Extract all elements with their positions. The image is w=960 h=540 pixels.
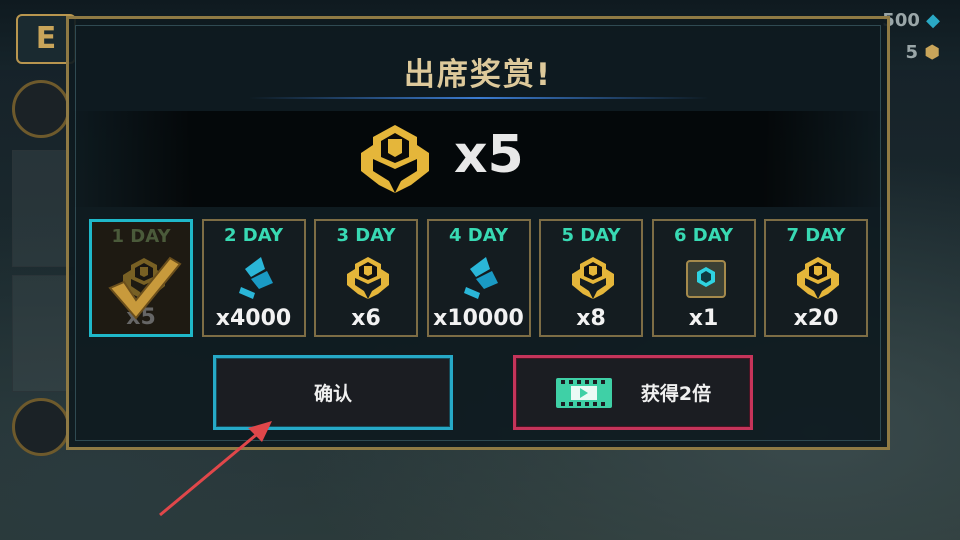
- background-hero-icon: [12, 398, 70, 456]
- day-card-2[interactable]: 2 DAY x4000: [201, 219, 306, 337]
- double-reward-button-label: 获得2倍: [640, 383, 712, 405]
- dialog-title: 出席奖赏!: [403, 57, 553, 93]
- day-label: 3 DAY: [336, 225, 396, 246]
- background-card: [12, 150, 74, 267]
- double-reward-button[interactable]: 获得2倍: [513, 355, 753, 430]
- day-quantity: x6: [351, 306, 381, 331]
- day-label: 4 DAY: [449, 225, 508, 246]
- day-card-1[interactable]: 1 DAY x5: [89, 219, 193, 337]
- day-quantity: x1: [688, 306, 719, 331]
- day-label: 5 DAY: [561, 225, 621, 246]
- todays-reward-banner: x5: [69, 111, 887, 207]
- gold-shield-icon: [572, 257, 614, 299]
- day-card-4[interactable]: 4 DAY x10000: [426, 219, 531, 337]
- gold-shield-icon: [347, 257, 389, 299]
- day-label: 6 DAY: [674, 225, 733, 246]
- blue-crystal-icon: [463, 257, 498, 299]
- checkmark-icon: [108, 256, 182, 320]
- day-quantity: x8: [576, 306, 606, 331]
- day-quantity: x4000: [215, 306, 292, 331]
- background-menu-icon: [12, 80, 70, 138]
- attendance-dialog: 出席奖赏! x5 1 DAY x5 2 DAY x4000 3 DAY x6 4 DAY x1…: [66, 16, 890, 450]
- day-card-7[interactable]: 7 DAY x20: [764, 219, 868, 337]
- day-quantity: x20: [793, 306, 839, 331]
- title-divider: [249, 97, 709, 99]
- treasure-box-icon: [685, 260, 726, 298]
- day-card-3[interactable]: 3 DAY x6: [314, 219, 418, 337]
- background-currency-shield: 5 ⬢: [905, 42, 940, 63]
- todays-reward-quantity: x5: [454, 125, 524, 185]
- confirm-button[interactable]: 确认: [213, 355, 453, 430]
- day-quantity: x10000: [433, 306, 524, 331]
- day-label: 7 DAY: [786, 225, 846, 246]
- blue-crystal-icon: [238, 257, 273, 299]
- gold-shield-icon: [797, 257, 839, 299]
- day-label: 1 DAY: [111, 226, 171, 247]
- confirm-button-label: 确认: [313, 383, 352, 405]
- background-currency-crystal: 500 ◆: [882, 10, 940, 31]
- gold-shield-icon: [361, 125, 429, 193]
- day-card-6[interactable]: 6 DAY x1: [651, 219, 756, 337]
- day-label: 2 DAY: [224, 225, 283, 246]
- background-card: [12, 275, 74, 392]
- day-card-5[interactable]: 5 DAY x8: [539, 219, 643, 337]
- video-ad-icon: [555, 377, 612, 408]
